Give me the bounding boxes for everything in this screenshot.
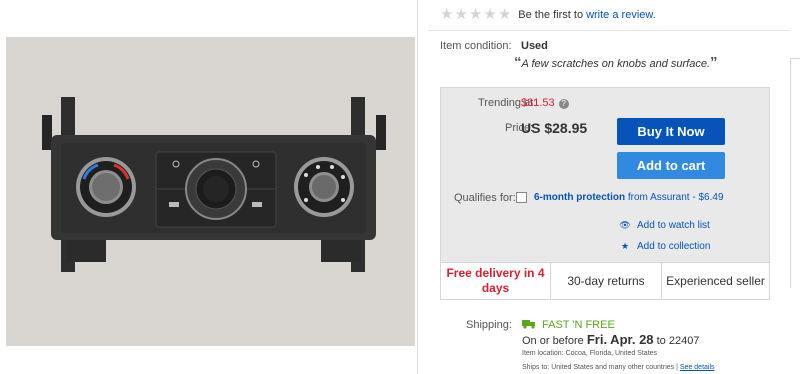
protection-offer: 6-month protection from Assurant - $6.49 <box>534 192 724 203</box>
seller-badge: Experienced seller <box>666 274 765 288</box>
features-bar: Free delivery in 4 days 30-day returns E… <box>440 262 770 300</box>
returns-badge: 30-day returns <box>551 263 662 299</box>
trending-value: $31.53? <box>521 97 569 109</box>
add-to-collection-link[interactable]: ★ Add to collection <box>619 241 710 252</box>
star-icon: ★ <box>620 241 630 251</box>
ships-to: Ships to: United States and many other c… <box>522 364 715 371</box>
add-to-watch-list-link[interactable]: 👁 Add to watch list <box>619 220 710 231</box>
write-review-link[interactable]: write a review. <box>586 9 656 21</box>
product-photo[interactable] <box>6 37 415 346</box>
delivery-date: Fri. Apr. 28 <box>586 332 654 347</box>
condition-value: Used <box>521 40 548 52</box>
image-panel <box>0 0 418 374</box>
star-icon: ★ <box>440 6 454 23</box>
star-icon: ★ <box>483 6 497 23</box>
item-location: Item location: Cocoa, Florida, United St… <box>522 350 657 357</box>
star-icon: ★ <box>468 6 483 23</box>
close-quote: ” <box>710 54 718 71</box>
climate-control-panel-image <box>6 37 415 346</box>
delivery-zip: to 22407 <box>656 335 700 347</box>
condition-note: “A few scratches on knobs and surface.” <box>514 54 718 71</box>
watch-list-label: Add to watch list <box>637 220 710 231</box>
delivery-estimate: On or before Fri. Apr. 28 to 22407 <box>522 332 699 347</box>
qualifies-label: Qualifies for: <box>454 192 516 204</box>
help-icon[interactable]: ? <box>558 99 569 109</box>
collection-label: Add to collection <box>637 241 711 252</box>
star-icon: ★ <box>454 6 468 23</box>
ships-to-value: United States and many other countries | <box>551 364 678 371</box>
star-icon: ★ <box>497 6 512 23</box>
eye-icon: 👁 <box>619 220 631 230</box>
protection-checkbox[interactable] <box>516 192 527 203</box>
price-value: US $28.95 <box>521 120 588 136</box>
on-or-before-label: On or before <box>522 335 584 347</box>
right-side-panel <box>790 58 800 288</box>
truck-icon <box>522 320 535 329</box>
protection-provider[interactable]: from Assurant <box>628 192 690 203</box>
protection-plan-link[interactable]: 6-month protection <box>534 192 625 203</box>
buy-it-now-button[interactable]: Buy It Now <box>617 118 725 145</box>
rating-row: ★ ★ ★ ★ ★ Be the first to write a review… <box>440 6 656 23</box>
open-quote: “ <box>514 54 522 71</box>
ships-to-label: Ships to: <box>522 364 550 371</box>
trending-price: $31.53 <box>521 97 555 109</box>
condition-note-text: A few scratches on knobs and surface. <box>521 58 711 70</box>
protection-price: - $6.49 <box>692 192 724 203</box>
free-delivery-badge: Free delivery in 4 days <box>441 263 551 299</box>
item-location-label: Item location: <box>522 350 564 357</box>
fast-n-free-label: FAST 'N FREE <box>542 319 615 331</box>
item-location-value: Cocoa, Florida, United States <box>565 350 658 357</box>
item-info-panel: ★ ★ ★ ★ ★ Be the first to write a review… <box>418 0 800 374</box>
divider <box>428 30 790 31</box>
condition-label: Item condition: <box>440 40 512 52</box>
shipping-label: Shipping: <box>466 319 512 331</box>
review-prompt: Be the first to <box>518 9 584 21</box>
add-to-cart-button[interactable]: Add to cart <box>617 152 725 179</box>
see-details-link[interactable]: See details <box>680 364 715 371</box>
